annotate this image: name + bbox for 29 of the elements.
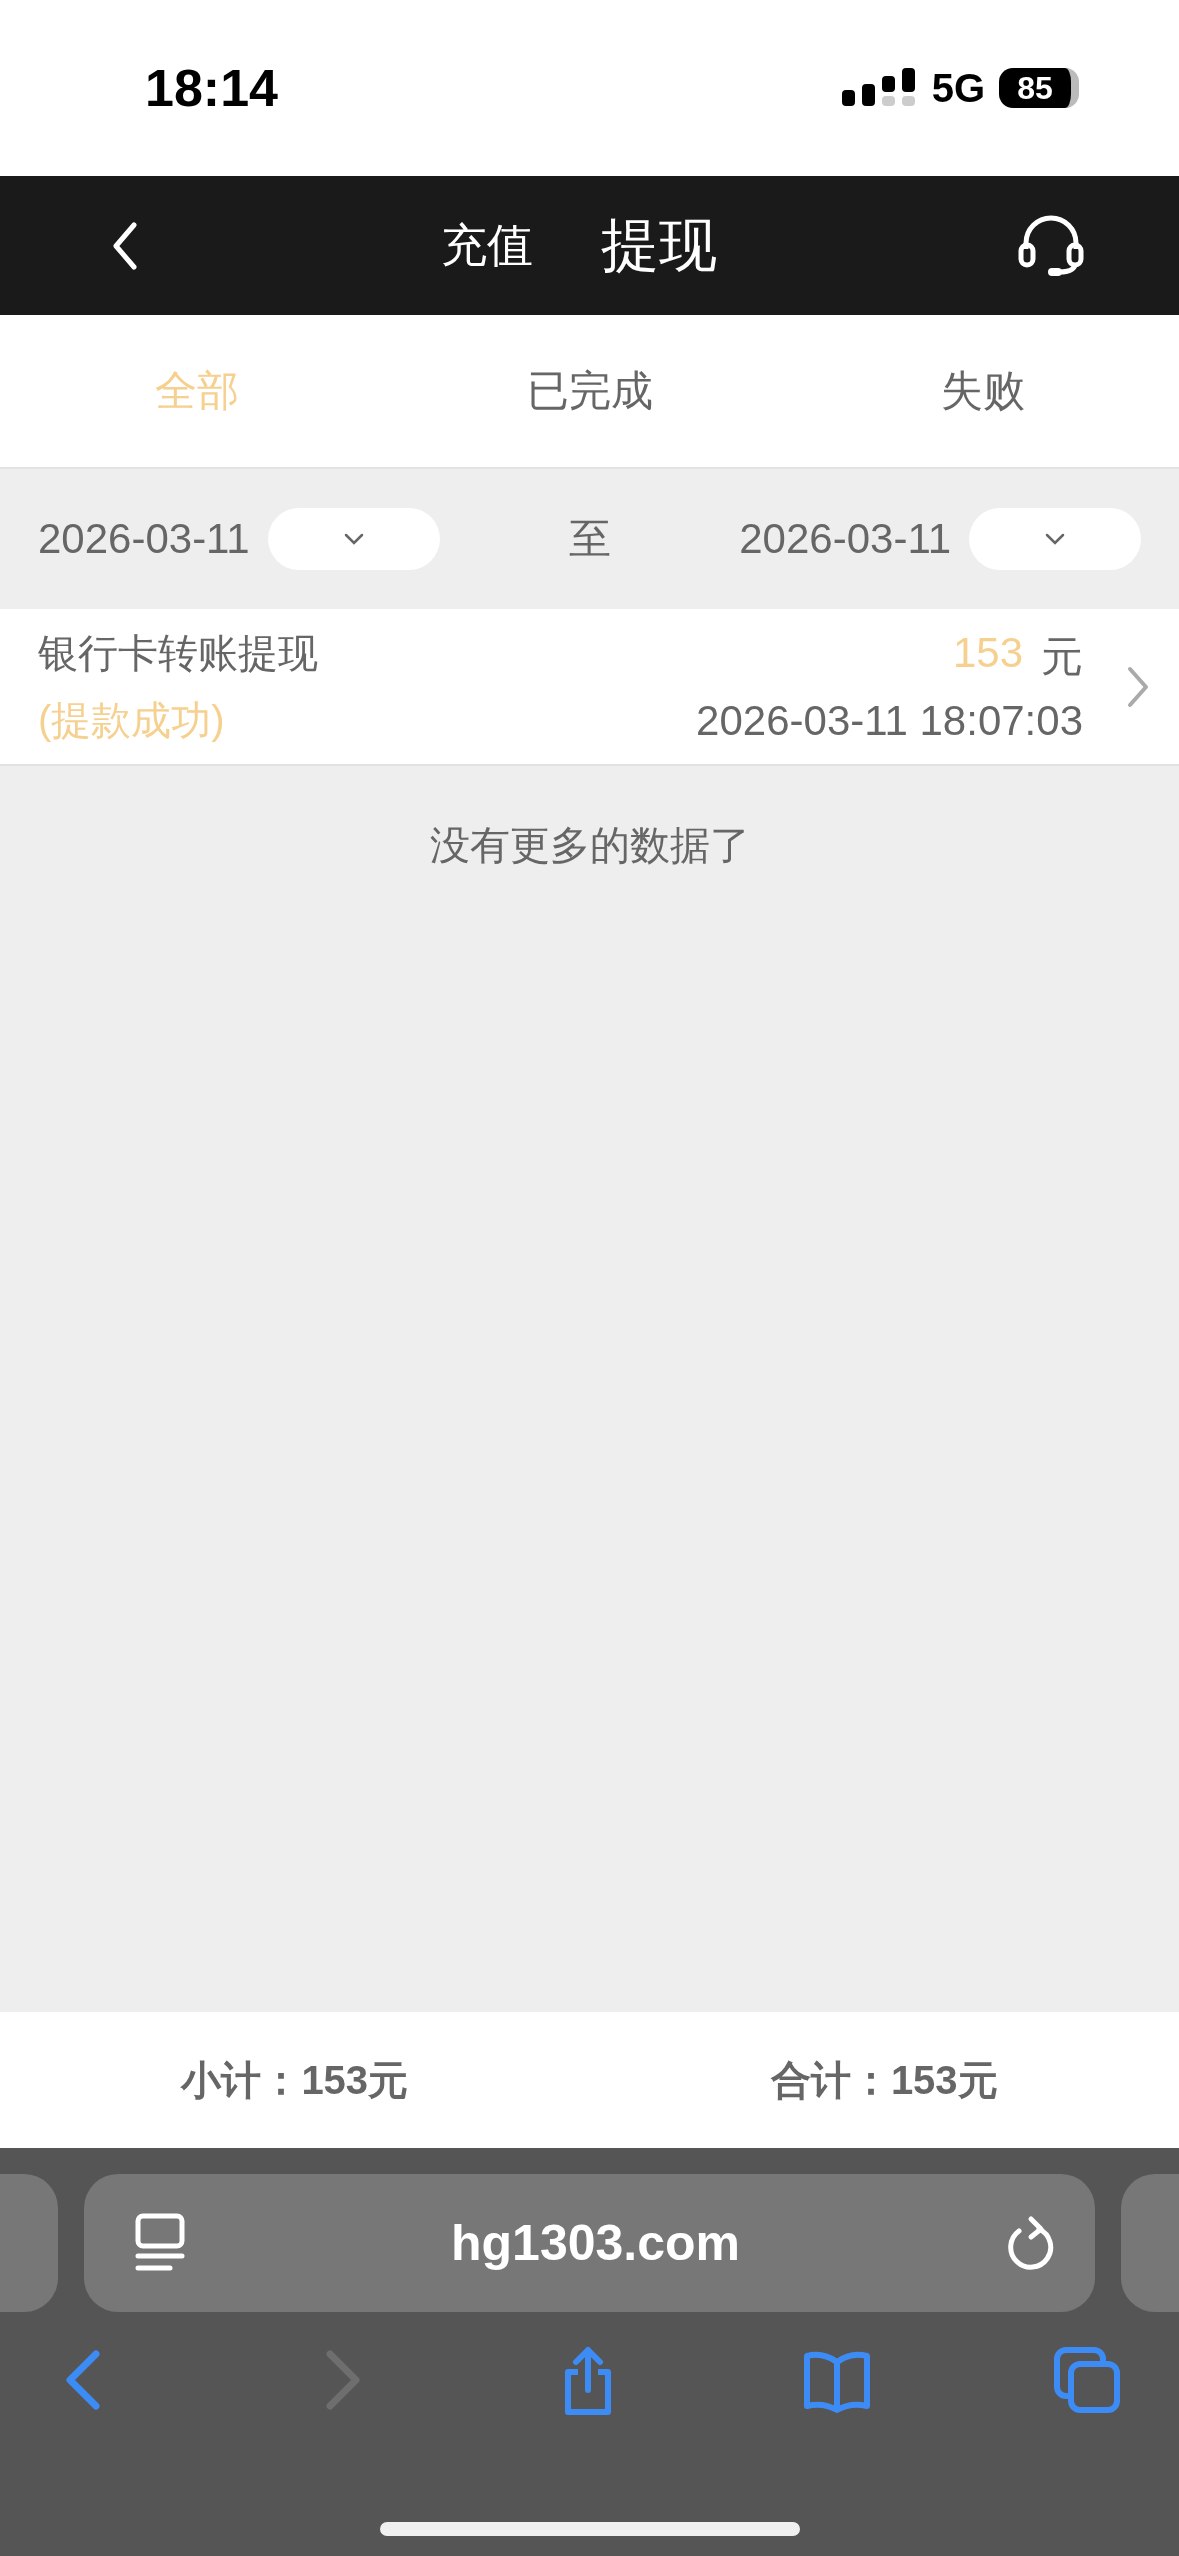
caret-icon	[1044, 532, 1066, 546]
date-separator: 至	[568, 514, 611, 564]
signal-icon	[841, 68, 918, 108]
currency-label: 元	[1041, 631, 1083, 682]
chevron-right-icon	[1127, 665, 1149, 708]
tabs-icon[interactable]	[1051, 2344, 1123, 2416]
total-text: 合计：153元	[769, 2056, 999, 2104]
address-bar[interactable]: hg1303.com	[84, 2174, 1095, 2312]
record-time: 2026-03-11 18:07:03	[696, 696, 1083, 745]
caret-icon	[342, 532, 365, 546]
end-of-list-text: 没有更多的数据了	[429, 822, 750, 869]
headset-icon[interactable]	[1018, 214, 1084, 277]
status-time: 18:14	[145, 58, 278, 118]
record-title: 银行卡转账提现	[38, 629, 319, 677]
nav-tab[interactable]: 充值	[441, 214, 533, 277]
battery-level: 85	[1017, 69, 1053, 107]
url-text: hg1303.com	[451, 2214, 740, 2272]
subtotal-text: 小计：153元	[179, 2056, 410, 2104]
record-status: (提款成功)	[38, 696, 226, 744]
reader-icon[interactable]	[134, 2212, 186, 2274]
record-amount: 153	[952, 628, 1023, 678]
record-row[interactable]: 银行卡转账提现 (提款成功) 153 元 2026-03-11 18:07:03	[0, 609, 1179, 766]
back-icon[interactable]	[110, 220, 140, 271]
filter-tab[interactable]: 已完成	[393, 315, 786, 467]
date-value: 2026-03-11	[739, 515, 951, 563]
filter-tab[interactable]: 失败	[786, 315, 1179, 467]
network-label: 5G	[931, 65, 985, 111]
date-value: 2026-03-11	[38, 515, 250, 563]
nav-tab[interactable]: 提现	[601, 206, 717, 285]
